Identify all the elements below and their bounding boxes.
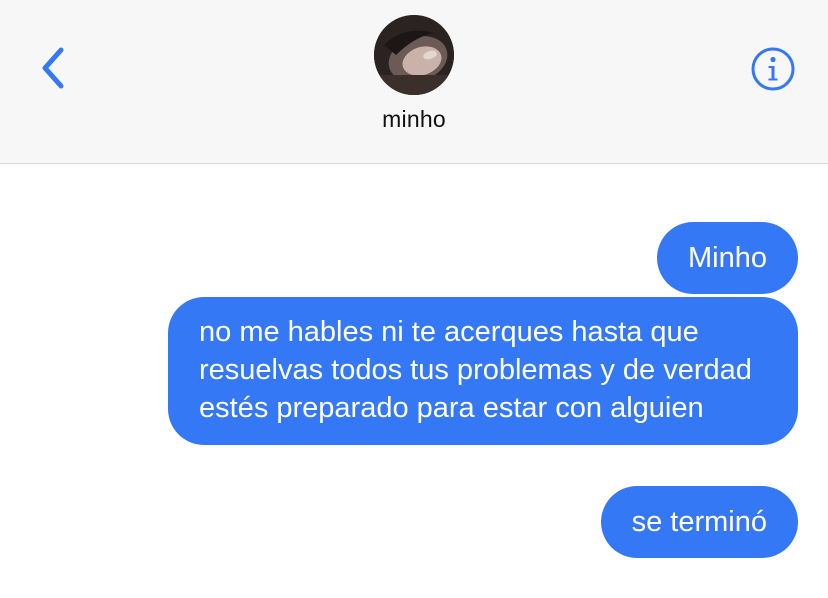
message-bubble-outgoing[interactable]: no me hables ni te acerques hasta que re… <box>168 297 798 445</box>
avatar[interactable] <box>374 15 454 95</box>
message-thread[interactable]: Minho no me hables ni te acerques hasta … <box>0 165 828 598</box>
avatar-photo <box>374 15 454 95</box>
conversation-header: minho <box>0 0 828 164</box>
message-bubble-outgoing[interactable]: Minho <box>657 222 798 294</box>
info-circle-icon <box>751 47 795 91</box>
contact-name[interactable]: minho <box>314 106 514 133</box>
message-bubble-outgoing[interactable]: se terminó <box>600 486 798 558</box>
info-button[interactable] <box>749 45 797 93</box>
chevron-left-icon <box>42 47 64 89</box>
back-button[interactable] <box>30 42 74 94</box>
